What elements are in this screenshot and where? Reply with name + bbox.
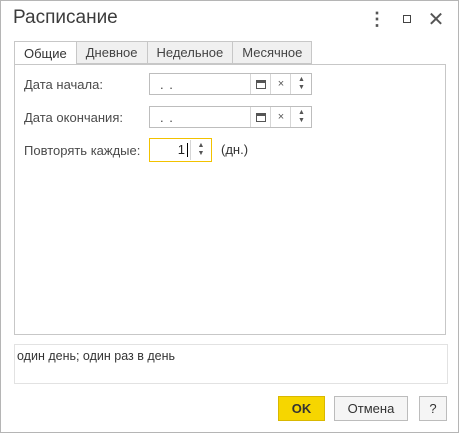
schedule-summary-text: один день; один раз в день bbox=[17, 349, 176, 363]
repeat-unit-label: (дн.) bbox=[221, 142, 249, 157]
end-date-spinner[interactable]: ▲ ▼ bbox=[290, 107, 312, 127]
spin-down-icon[interactable]: ▼ bbox=[298, 84, 305, 92]
tab-monthly[interactable]: Месячное bbox=[233, 41, 313, 64]
repeat-every-spinner[interactable]: ▲ ▼ bbox=[190, 140, 211, 160]
end-date-label: Дата окончания: bbox=[24, 110, 123, 125]
ok-button[interactable]: OK bbox=[278, 396, 325, 421]
start-date-label: Дата начала: bbox=[24, 77, 103, 92]
tab-bar: Общие Дневное Недельное Месячное bbox=[14, 41, 313, 65]
clear-icon: × bbox=[277, 78, 285, 90]
end-date-field[interactable]: . . × ▲ ▼ bbox=[149, 106, 312, 128]
spin-up-icon[interactable]: ▲ bbox=[298, 109, 305, 117]
start-date-field[interactable]: . . × ▲ ▼ bbox=[149, 73, 312, 95]
cancel-button[interactable]: Отмена bbox=[334, 396, 408, 421]
repeat-every-input[interactable]: 1 ▲ ▼ bbox=[149, 138, 212, 162]
repeat-every-label: Повторять каждые: bbox=[24, 143, 141, 158]
spin-down-icon[interactable]: ▼ bbox=[198, 150, 205, 158]
maximize-button[interactable] bbox=[397, 9, 417, 29]
tab-weekly[interactable]: Недельное bbox=[147, 41, 234, 64]
start-date-calendar-button[interactable] bbox=[250, 74, 271, 94]
help-button[interactable]: ? bbox=[419, 396, 447, 421]
schedule-dialog: Расписание ⋮ ✕ Общие Дневное Недельное М… bbox=[0, 0, 459, 433]
repeat-every-value[interactable]: 1 bbox=[178, 142, 185, 157]
clear-icon: × bbox=[277, 111, 285, 123]
end-date-clear-button[interactable]: × bbox=[270, 107, 291, 127]
spin-down-icon[interactable]: ▼ bbox=[298, 117, 305, 125]
schedule-summary: один день; один раз в день bbox=[14, 344, 448, 384]
more-actions-button[interactable]: ⋮ bbox=[367, 9, 387, 29]
start-date-value[interactable]: . . bbox=[160, 77, 174, 92]
tab-general[interactable]: Общие bbox=[14, 41, 77, 65]
maximize-icon bbox=[403, 15, 411, 23]
start-date-clear-button[interactable]: × bbox=[270, 74, 291, 94]
general-tab-panel: Дата начала: . . × ▲ ▼ Дата окончания: .… bbox=[14, 64, 446, 335]
end-date-value[interactable]: . . bbox=[160, 110, 174, 125]
calendar-icon bbox=[256, 112, 266, 122]
spin-up-icon[interactable]: ▲ bbox=[298, 76, 305, 84]
calendar-icon bbox=[256, 79, 266, 89]
more-vertical-icon: ⋮ bbox=[368, 8, 386, 29]
text-caret bbox=[187, 143, 188, 157]
close-button[interactable]: ✕ bbox=[426, 8, 446, 31]
close-icon: ✕ bbox=[427, 8, 445, 31]
title-bar: Расписание ⋮ ✕ bbox=[1, 1, 458, 37]
dialog-title: Расписание bbox=[13, 7, 118, 28]
tab-daily[interactable]: Дневное bbox=[76, 41, 148, 64]
start-date-spinner[interactable]: ▲ ▼ bbox=[290, 74, 312, 94]
spin-up-icon[interactable]: ▲ bbox=[198, 142, 205, 150]
end-date-calendar-button[interactable] bbox=[250, 107, 271, 127]
